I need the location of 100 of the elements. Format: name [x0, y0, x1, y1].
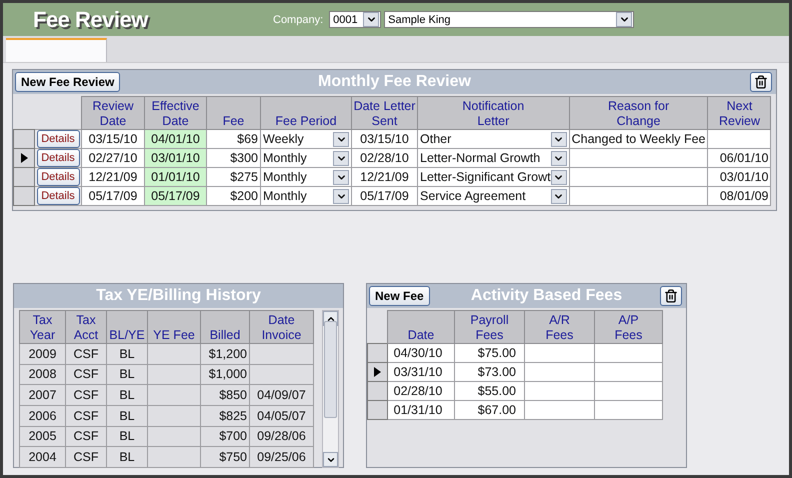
- table-cell: 04/09/07: [250, 384, 314, 406]
- table-cell: 2004: [20, 446, 66, 468]
- company-name-select[interactable]: Sample King: [384, 11, 634, 28]
- dropdown-caret-icon[interactable]: [333, 170, 349, 184]
- delete-button[interactable]: [660, 286, 682, 306]
- new-fee-review-button[interactable]: New Fee Review: [15, 72, 120, 92]
- column-header: Date Letter Sent: [352, 96, 418, 130]
- dropdown-caret-icon: [616, 12, 632, 27]
- table-cell: CSF: [66, 426, 106, 447]
- table-cell: 12/21/09: [352, 168, 418, 186]
- table-cell: BL: [106, 426, 148, 447]
- table-cell: BL: [106, 344, 148, 364]
- table-cell: [250, 364, 314, 385]
- table-cell: 03/15/10: [82, 130, 144, 148]
- table-cell: 08/01/09: [708, 186, 771, 206]
- panel-title: Tax YE/Billing History: [96, 287, 261, 305]
- table-cell: 04/30/10: [388, 344, 454, 362]
- column-header: A/P Fees: [594, 310, 662, 344]
- table-cell: [594, 400, 662, 420]
- table-cell: 05/17/09: [352, 186, 418, 206]
- table-cell: [594, 362, 662, 382]
- details-button[interactable]: Details: [36, 188, 80, 204]
- table-cell: [148, 364, 200, 385]
- table-cell: $73.00: [454, 362, 524, 382]
- table-cell: 12/21/09: [82, 168, 144, 186]
- table-cell: $67.00: [454, 400, 524, 420]
- details-button[interactable]: Details: [36, 150, 80, 166]
- table-cell: [594, 344, 662, 362]
- table-cell: 2009: [20, 344, 66, 364]
- table-cell: [250, 344, 314, 364]
- table-cell: 2008: [20, 364, 66, 385]
- table-cell: 2006: [20, 405, 66, 426]
- column-header: BL/YE: [106, 310, 148, 344]
- row-selector[interactable]: [14, 148, 34, 168]
- panel-title: Activity Based Fees: [470, 287, 622, 305]
- table-cell: [524, 382, 594, 400]
- column-header: Reason for Change: [569, 96, 708, 130]
- table-cell: [148, 384, 200, 406]
- dropdown-caret-icon[interactable]: [550, 150, 567, 166]
- dropdown-caret-icon[interactable]: [550, 170, 567, 184]
- column-header: Tax Acct: [66, 310, 106, 344]
- scrollbar[interactable]: [322, 310, 339, 468]
- table-cell: $700: [200, 426, 250, 447]
- trash-icon: [754, 75, 768, 89]
- table-cell: $200: [206, 186, 260, 206]
- dropdown-caret-icon[interactable]: [333, 132, 349, 146]
- table-cell: $1,000: [200, 364, 250, 385]
- company-code-select[interactable]: 0001: [329, 11, 382, 28]
- dropdown-caret-icon[interactable]: [550, 188, 567, 204]
- table-cell: [148, 426, 200, 447]
- table-cell: 05/17/09: [82, 186, 144, 206]
- dropdown-caret-icon[interactable]: [333, 150, 349, 166]
- table-cell: 04/05/07: [250, 405, 314, 426]
- new-fee-button[interactable]: New Fee: [369, 286, 430, 306]
- column-header: Effective Date: [144, 96, 206, 130]
- column-header: Billed: [200, 310, 250, 344]
- table-cell: $850: [200, 384, 250, 406]
- table-cell: $75.00: [454, 344, 524, 362]
- column-header: Next Review: [708, 96, 771, 130]
- table-cell: 09/25/06: [250, 446, 314, 468]
- row-pointer-icon: [20, 153, 28, 163]
- table-cell: [524, 362, 594, 382]
- column-header: A/R Fees: [524, 310, 594, 344]
- table-cell: 01/01/10: [144, 168, 206, 186]
- delete-button[interactable]: [750, 72, 772, 92]
- table-cell: 04/01/10: [144, 130, 206, 148]
- table-cell: CSF: [66, 364, 106, 385]
- details-button[interactable]: Details: [36, 168, 80, 186]
- row-pointer-icon: [374, 367, 381, 377]
- details-button[interactable]: Details: [36, 130, 80, 148]
- table-cell: CSF: [66, 446, 106, 468]
- table-cell: CSF: [66, 344, 106, 364]
- table-cell: $55.00: [454, 382, 524, 400]
- table-cell: [524, 400, 594, 420]
- company-label: Company:: [273, 14, 324, 26]
- table-cell: 03/01/10: [708, 168, 771, 186]
- table-cell: 09/28/06: [250, 426, 314, 447]
- table-cell: BL: [106, 405, 148, 426]
- table-cell: Changed to Weekly Fee: [569, 130, 708, 148]
- dropdown-caret-icon[interactable]: [550, 132, 567, 146]
- table-cell: CSF: [66, 384, 106, 406]
- dropdown-value[interactable]: Other: [420, 132, 452, 146]
- table-cell: CSF: [66, 405, 106, 426]
- column-header: Notification Letter: [418, 96, 570, 130]
- table-cell: 2005: [20, 426, 66, 447]
- table-cell: 05/17/09: [144, 186, 206, 206]
- table-cell: [524, 344, 594, 362]
- row-selector[interactable]: [368, 362, 388, 382]
- table-cell: [148, 344, 200, 364]
- column-header: Date Invoice: [250, 310, 314, 344]
- table-cell: [148, 405, 200, 426]
- table-cell: $69: [206, 130, 260, 148]
- dropdown-caret-icon[interactable]: [333, 188, 349, 204]
- table-cell: $825: [200, 405, 250, 426]
- column-header: Date: [388, 310, 454, 344]
- table-cell: BL: [106, 384, 148, 406]
- column-header: Fee Period: [260, 96, 352, 130]
- panel-title: Monthly Fee Review: [318, 73, 471, 91]
- trash-icon: [664, 289, 678, 303]
- table-cell: 06/01/10: [708, 148, 771, 168]
